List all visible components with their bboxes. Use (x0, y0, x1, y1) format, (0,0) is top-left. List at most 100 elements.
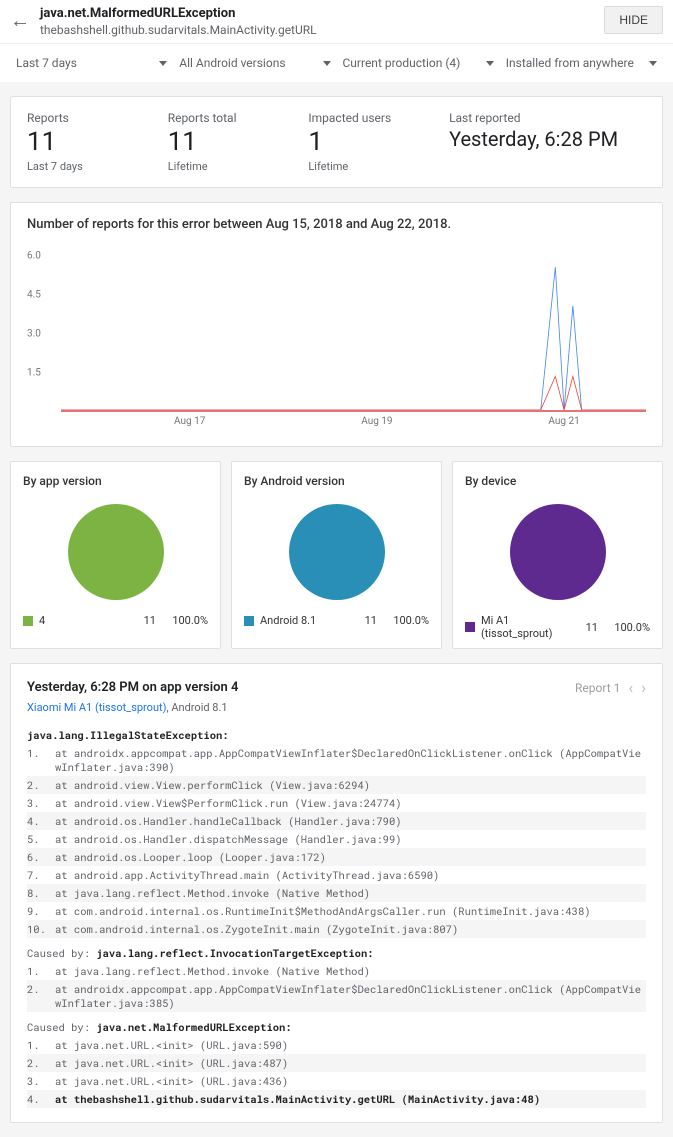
trace-line-text: at androidx.appcompat.app.AppCompatViewI… (55, 746, 646, 774)
exception-title: java.net.MalformedURLException (40, 6, 604, 21)
trace-line: 4. at thebashshell.github.sudarvitals.Ma… (27, 1090, 646, 1108)
pie-chart (289, 504, 385, 600)
trace-line-text: at com.android.internal.os.RuntimeInit$M… (55, 904, 646, 918)
caret-down-icon (323, 61, 331, 66)
pie-title: By device (465, 474, 650, 488)
hide-button[interactable]: HIDE (604, 6, 663, 34)
trace-line-number: 6. (27, 850, 55, 864)
trace-line-text: at com.android.internal.os.ZygoteInit.ma… (55, 922, 646, 936)
stack-trace: java.lang.IllegalStateException: 1. at a… (27, 728, 646, 1108)
exception-name: java.net.MalformedURLException: (96, 1020, 291, 1034)
trace-line-text: at android.view.View$PerformClick.run (V… (55, 796, 646, 810)
stats-card: Reports 11 Last 7 days Reports total 11 … (10, 96, 663, 188)
trace-heading: Caused by: java.net.MalformedURLExceptio… (27, 1020, 646, 1034)
filter-label: All Android versions (179, 56, 285, 70)
stat-label: Impacted users (308, 111, 449, 125)
trace-line: 9. at com.android.internal.os.RuntimeIni… (27, 902, 646, 920)
back-arrow-icon[interactable]: ← (10, 8, 30, 33)
trace-line: 7. at android.app.ActivityThread.main (A… (27, 866, 646, 884)
trace-line: 3. at java.net.URL.<init> (URL.java:436) (27, 1072, 646, 1090)
filter-bar: Last 7 days All Android versions Current… (0, 43, 673, 82)
filter-time-range[interactable]: Last 7 days (10, 52, 173, 74)
report-counter: Report 1 (575, 681, 620, 695)
chart-svg (61, 242, 646, 410)
legend-pct: 100.0% (383, 614, 429, 627)
filter-install-source[interactable]: Installed from anywhere (500, 52, 663, 74)
trace-line: 4. at android.os.Handler.handleCallback … (27, 812, 646, 830)
x-tick: Aug 19 (361, 416, 392, 427)
exception-name: java.lang.reflect.InvocationTargetExcept… (96, 946, 373, 960)
trace-line-text: at java.net.URL.<init> (URL.java:436) (55, 1074, 646, 1088)
trace-heading: Caused by: java.lang.reflect.InvocationT… (27, 946, 646, 960)
pie-legend: 4 11 100.0% (23, 614, 208, 627)
trace-line: 2. at java.net.URL.<init> (URL.java:487) (27, 1054, 646, 1072)
trace-line: 2. at android.view.View.performClick (Vi… (27, 776, 646, 794)
report-title: Yesterday, 6:28 PM on app version 4 (27, 680, 238, 695)
device-link[interactable]: Xiaomi Mi A1 (tissot_sprout) (27, 701, 166, 714)
trace-heading: java.lang.IllegalStateException: (27, 728, 646, 742)
stat-value: 1 (308, 127, 449, 158)
chart-title: Number of reports for this error between… (27, 217, 646, 232)
filter-android-version[interactable]: All Android versions (173, 52, 336, 74)
trace-line-text: at java.net.URL.<init> (URL.java:590) (55, 1038, 646, 1052)
report-nav: Report 1 ‹ › (575, 678, 646, 697)
y-axis: 6.0 4.5 3.0 1.5 (27, 242, 57, 412)
trace-line-number: 2. (27, 778, 55, 792)
x-tick: Aug 17 (174, 416, 205, 427)
stat-value: 11 (168, 127, 309, 158)
trace-line: 6. at android.os.Looper.loop (Looper.jav… (27, 848, 646, 866)
legend-pct: 100.0% (162, 614, 208, 627)
trace-line: 10. at com.android.internal.os.ZygoteIni… (27, 920, 646, 938)
caret-down-icon (649, 61, 657, 66)
report-detail-card: Yesterday, 6:28 PM on app version 4 Repo… (10, 663, 663, 1123)
stat-sub: Last 7 days (27, 160, 168, 173)
breakdown-row: By app version 4 11 100.0% By Android ve… (10, 461, 663, 649)
pie-card-device: By device Mi A1 (tissot_sprout) 11 100.0… (452, 461, 663, 649)
legend-label: Mi A1 (tissot_sprout) (481, 614, 564, 640)
trace-block: 1. at java.lang.reflect.Method.invoke (N… (27, 962, 646, 1012)
legend-count: 11 (570, 621, 598, 634)
legend-label: 4 (39, 614, 122, 627)
trace-block: 1. at java.net.URL.<init> (URL.java:590)… (27, 1036, 646, 1108)
stat-last-reported: Last reported Yesterday, 6:28 PM (449, 111, 646, 173)
trace-line-text: at thebashshell.github.sudarvitals.MainA… (55, 1092, 646, 1106)
y-tick: 1.5 (27, 368, 41, 379)
trace-line: 8. at java.lang.reflect.Method.invoke (N… (27, 884, 646, 902)
stat-reports: Reports 11 Last 7 days (27, 111, 168, 173)
stat-value: 11 (27, 127, 168, 158)
filter-label: Last 7 days (16, 56, 77, 70)
trace-line: 1. at java.lang.reflect.Method.invoke (N… (27, 962, 646, 980)
exception-location: thebashshell.github.sudarvitals.MainActi… (40, 23, 604, 37)
caret-down-icon (159, 61, 167, 66)
page-header: ← java.net.MalformedURLException thebash… (0, 0, 673, 43)
legend-label: Android 8.1 (260, 614, 343, 627)
pie-legend: Mi A1 (tissot_sprout) 11 100.0% (465, 614, 650, 640)
trace-line-number: 3. (27, 1074, 55, 1088)
chart-series-red (61, 377, 646, 411)
caused-by-prefix: Caused by: (27, 1020, 96, 1034)
trace-line-text: at java.lang.reflect.Method.invoke (Nati… (55, 964, 646, 978)
pie-title: By Android version (244, 474, 429, 488)
trace-line-number: 5. (27, 832, 55, 846)
pie-legend: Android 8.1 11 100.0% (244, 614, 429, 627)
reports-chart-card: Number of reports for this error between… (10, 202, 663, 447)
chart-area: 6.0 4.5 3.0 1.5 Aug 17 Aug 19 Aug 21 (27, 242, 646, 432)
filter-label: Installed from anywhere (506, 56, 634, 70)
trace-line: 2. at androidx.appcompat.app.AppCompatVi… (27, 980, 646, 1012)
trace-line-number: 2. (27, 1056, 55, 1070)
stat-reports-total: Reports total 11 Lifetime (168, 111, 309, 173)
filter-production[interactable]: Current production (4) (337, 52, 500, 74)
chart-plot (61, 242, 646, 412)
next-report-icon[interactable]: › (641, 678, 646, 697)
prev-report-icon[interactable]: ‹ (628, 678, 633, 697)
stats-row: Reports 11 Last 7 days Reports total 11 … (27, 111, 646, 173)
trace-line-number: 4. (27, 814, 55, 828)
legend-pct: 100.0% (604, 621, 650, 634)
trace-line-text: at android.app.ActivityThread.main (Acti… (55, 868, 646, 882)
trace-line-number: 3. (27, 796, 55, 810)
trace-line: 1. at java.net.URL.<init> (URL.java:590) (27, 1036, 646, 1054)
trace-line-number: 2. (27, 982, 55, 1010)
trace-line-number: 4. (27, 1092, 55, 1106)
trace-line-text: at android.os.Looper.loop (Looper.java:1… (55, 850, 646, 864)
trace-line-text: at android.os.Handler.dispatchMessage (H… (55, 832, 646, 846)
